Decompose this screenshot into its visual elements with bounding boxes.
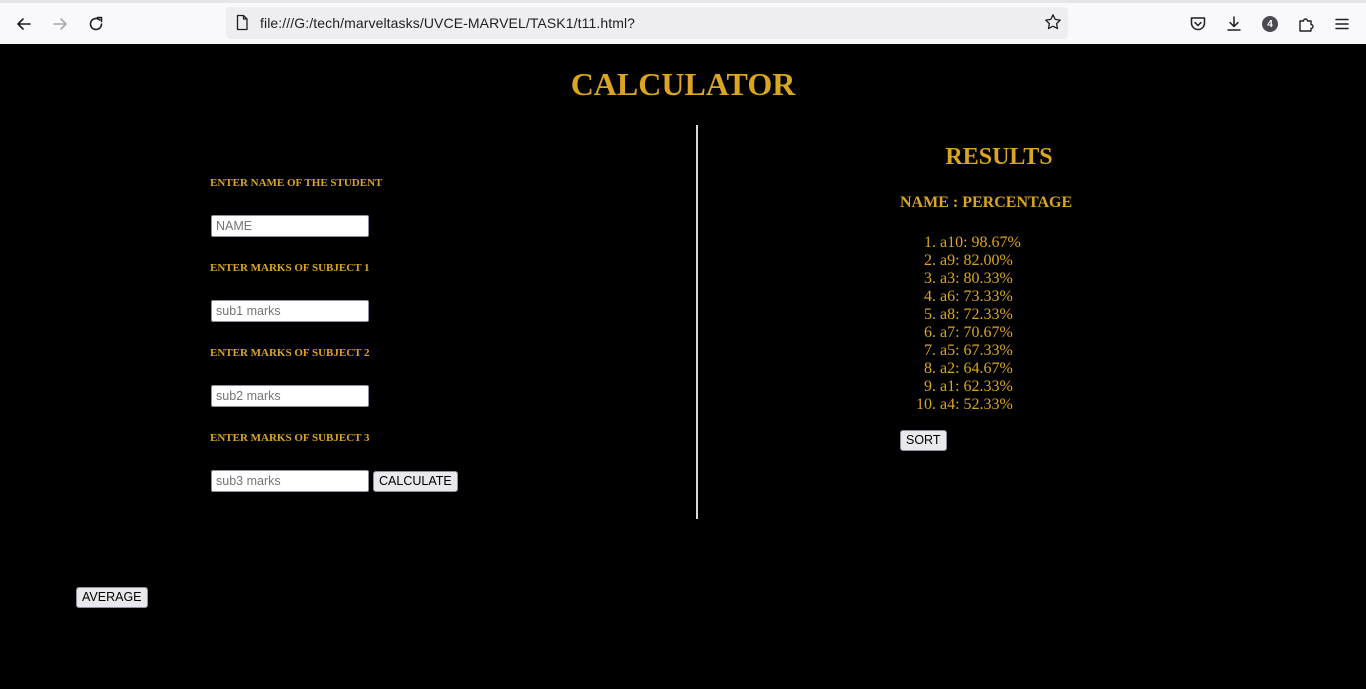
- list-item: a2: 64.67%: [940, 360, 1021, 378]
- pocket-button[interactable]: [1187, 13, 1209, 35]
- list-item: a7: 70.67%: [940, 324, 1021, 342]
- calculate-button[interactable]: CALCULATE: [373, 471, 458, 492]
- average-button[interactable]: AVERAGE: [76, 587, 148, 608]
- column-divider: [696, 125, 698, 519]
- sub2-marks-input[interactable]: [211, 385, 369, 407]
- name-label: ENTER NAME OF THE STUDENT: [210, 177, 383, 189]
- back-button[interactable]: [11, 11, 37, 37]
- page-title: CALCULATOR: [570, 66, 796, 102]
- sub1-marks-input[interactable]: [211, 300, 369, 322]
- sub2-label: ENTER MARKS OF SUBJECT 2: [210, 347, 370, 359]
- list-item: a6: 73.33%: [940, 288, 1021, 306]
- menu-button[interactable]: [1331, 13, 1353, 35]
- list-item: a5: 67.33%: [940, 342, 1021, 360]
- arrow-left-icon: [17, 18, 31, 30]
- forward-button[interactable]: [47, 11, 73, 37]
- account-badge-button[interactable]: 4: [1259, 13, 1281, 35]
- results-subheading: NAME : PERCENTAGE: [900, 194, 1073, 211]
- hamburger-menu-icon: [1335, 18, 1349, 30]
- sub1-label: ENTER MARKS OF SUBJECT 1: [210, 262, 370, 274]
- url-text[interactable]: file:///G:/tech/marveltasks/UVCE-MARVEL/…: [260, 15, 635, 31]
- list-item: a9: 82.00%: [940, 252, 1021, 270]
- sort-button[interactable]: SORT: [900, 430, 947, 451]
- list-item: a4: 52.33%: [940, 396, 1021, 414]
- star-icon[interactable]: [1044, 13, 1062, 36]
- page-icon: [234, 14, 250, 36]
- browser-toolbar: file:///G:/tech/marveltasks/UVCE-MARVEL/…: [0, 0, 1366, 44]
- extensions-button[interactable]: [1295, 13, 1317, 35]
- list-item: a8: 72.33%: [940, 306, 1021, 324]
- sub3-marks-input[interactable]: [211, 470, 369, 492]
- reload-button[interactable]: [83, 11, 109, 37]
- download-icon: [1227, 16, 1241, 31]
- address-bar[interactable]: file:///G:/tech/marveltasks/UVCE-MARVEL/…: [226, 7, 1068, 39]
- list-item: a1: 62.33%: [940, 378, 1021, 396]
- puzzle-icon: [1299, 18, 1314, 32]
- notification-badge: 4: [1262, 16, 1278, 32]
- name-input[interactable]: [211, 215, 369, 237]
- list-item: a3: 80.33%: [940, 270, 1021, 288]
- pocket-icon: [1190, 17, 1206, 31]
- reload-icon: [89, 16, 103, 31]
- results-heading: RESULTS: [945, 144, 1053, 170]
- results-list: a10: 98.67% a9: 82.00% a3: 80.33% a6: 73…: [900, 234, 1021, 414]
- list-item: a10: 98.67%: [940, 234, 1021, 252]
- sub3-label: ENTER MARKS OF SUBJECT 3: [210, 432, 370, 444]
- downloads-button[interactable]: [1223, 13, 1245, 35]
- page-content: CALCULATOR ENTER NAME OF THE STUDENT ENT…: [0, 44, 1366, 689]
- arrow-right-icon: [53, 18, 67, 30]
